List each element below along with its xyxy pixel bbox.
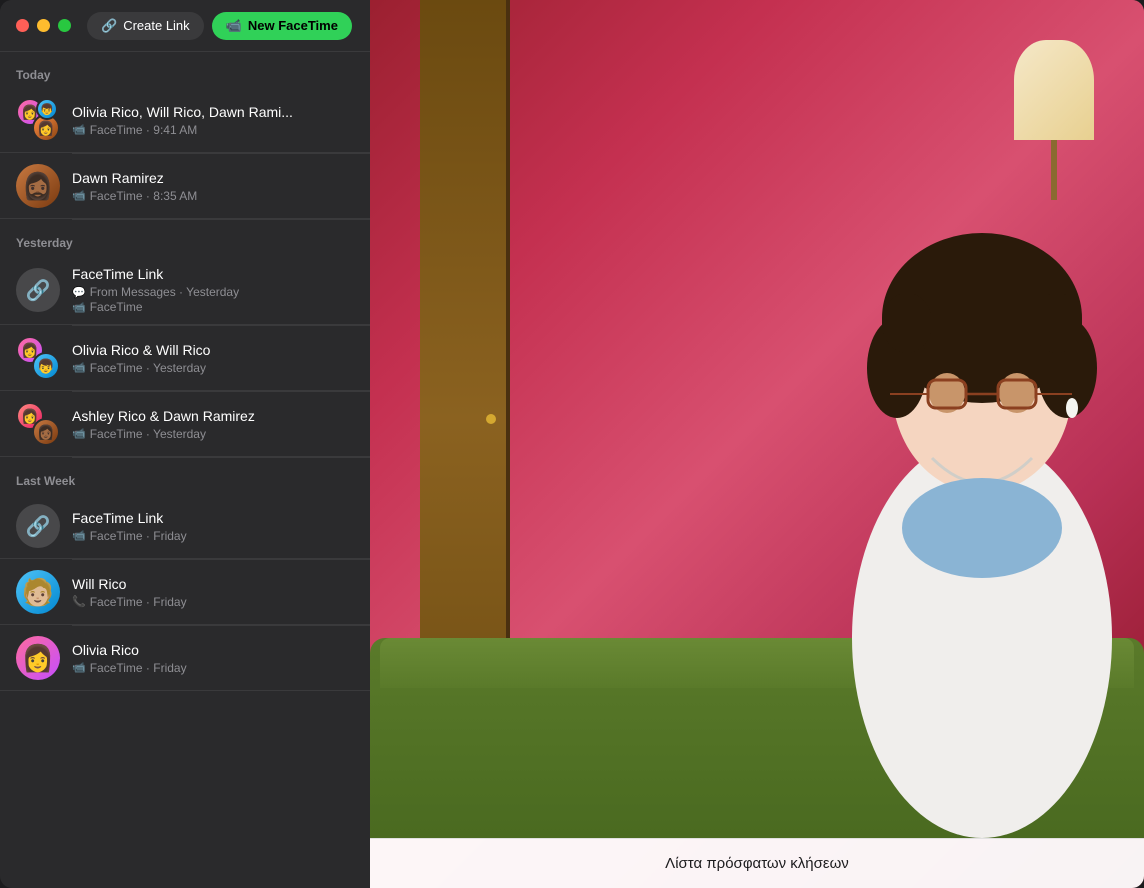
call-detail-olivia-will: 📹 FaceTime · Yesterday bbox=[72, 361, 354, 375]
call-info-dawn: Dawn Ramirez 📹 FaceTime · 8:35 AM bbox=[72, 170, 354, 203]
video-icon: 📹 bbox=[72, 361, 86, 374]
video-icon: 📹 bbox=[72, 529, 86, 542]
avatar-ashley-dawn: 👩 👩🏾 bbox=[16, 402, 60, 446]
main-content: Λίστα πρόσφατων κλήσεων bbox=[370, 0, 1144, 888]
call-name-olivia-friday: Olivia Rico bbox=[72, 642, 354, 658]
call-time-ashley-dawn: FaceTime · Yesterday bbox=[90, 427, 206, 441]
video-camera-icon: 📹 bbox=[226, 18, 242, 34]
call-detail-link-friday: 📹 FaceTime · Friday bbox=[72, 529, 354, 543]
call-detail-will-friday: 📞 FaceTime · Friday bbox=[72, 595, 354, 609]
call-time-link-friday: FaceTime · Friday bbox=[90, 529, 187, 543]
avatar-will: 👦 bbox=[36, 98, 58, 120]
caption-area: Λίστα πρόσφατων κλήσεων bbox=[370, 838, 1144, 888]
call-info-will-friday: Will Rico 📞 FaceTime · Friday bbox=[72, 576, 354, 609]
call-detail-dawn: 📹 FaceTime · 8:35 AM bbox=[72, 189, 354, 203]
video-icon: 📹 bbox=[72, 301, 86, 314]
caption-text: Λίστα πρόσφατων κλήσεων bbox=[665, 855, 849, 872]
create-link-button[interactable]: 🔗 Create Link bbox=[87, 12, 204, 40]
video-icon: 📹 bbox=[72, 427, 86, 440]
video-icon: 📹 bbox=[72, 661, 86, 674]
call-info-link: FaceTime Link 💬 From Messages · Yesterda… bbox=[72, 266, 354, 314]
minimize-button[interactable] bbox=[37, 19, 50, 32]
call-item-link-friday[interactable]: 🔗 FaceTime Link 📹 FaceTime · Friday bbox=[0, 494, 370, 559]
call-name-link: FaceTime Link bbox=[72, 266, 354, 282]
link-chain-icon2: 🔗 bbox=[26, 514, 51, 539]
avatar-will2: 👦 bbox=[32, 352, 60, 380]
title-bar: 🔗 Create Link 📹 New FaceTime bbox=[0, 0, 370, 52]
sidebar: 🔗 Create Link 📹 New FaceTime Today 👩 bbox=[0, 0, 370, 888]
avatar-will-friday: 🧑🏼 bbox=[16, 570, 60, 614]
link-chain-icon: 🔗 bbox=[26, 278, 51, 303]
section-header-lastweek: Last Week bbox=[0, 458, 370, 494]
call-name-dawn: Dawn Ramirez bbox=[72, 170, 354, 186]
maximize-button[interactable] bbox=[58, 19, 71, 32]
call-detail: 📹 FaceTime · 9:41 AM bbox=[72, 123, 354, 137]
link-icon: 🔗 bbox=[101, 18, 117, 34]
section-lastweek: Last Week 🔗 FaceTime Link 📹 FaceTime · F… bbox=[0, 458, 370, 691]
section-header-today: Today bbox=[0, 52, 370, 88]
call-info-link-friday: FaceTime Link 📹 FaceTime · Friday bbox=[72, 510, 354, 543]
section-yesterday: Yesterday 🔗 FaceTime Link 💬 From Message… bbox=[0, 220, 370, 458]
call-time-dawn: FaceTime · 8:35 AM bbox=[90, 189, 198, 203]
call-detail-link-facetime: 📹 FaceTime bbox=[72, 300, 354, 314]
new-facetime-label: New FaceTime bbox=[248, 18, 338, 33]
section-header-yesterday: Yesterday bbox=[0, 220, 370, 256]
call-item-group[interactable]: 👩 👩 👦 Olivia Rico, Will Rico, Dawn Rami.… bbox=[0, 88, 370, 153]
call-detail-ashley-dawn: 📹 FaceTime · Yesterday bbox=[72, 427, 354, 441]
create-link-label: Create Link bbox=[123, 18, 189, 33]
avatar-group: 👩 👩 👦 bbox=[16, 98, 60, 142]
avatar-dawn2: 👩🏾 bbox=[32, 418, 60, 446]
call-detail-link-from: 💬 From Messages · Yesterday bbox=[72, 285, 354, 299]
call-from: From Messages · Yesterday bbox=[90, 285, 239, 299]
new-facetime-button[interactable]: 📹 New FaceTime bbox=[212, 12, 352, 40]
call-name: Olivia Rico, Will Rico, Dawn Rami... bbox=[72, 104, 354, 120]
call-name-olivia-will: Olivia Rico & Will Rico bbox=[72, 342, 354, 358]
lamp-shade bbox=[1014, 40, 1094, 140]
close-button[interactable] bbox=[16, 19, 29, 32]
phone-icon: 📞 bbox=[72, 595, 86, 608]
call-name-will-friday: Will Rico bbox=[72, 576, 354, 592]
section-today: Today 👩 👩 👦 Olivia Rico, Will Rico, Dawn… bbox=[0, 52, 370, 220]
video-icon: 📹 bbox=[72, 123, 86, 136]
facetime-video: Λίστα πρόσφατων κλήσεων bbox=[370, 0, 1144, 888]
call-detail-olivia-friday: 📹 FaceTime · Friday bbox=[72, 661, 354, 675]
call-info-ashley-dawn: Ashley Rico & Dawn Ramirez 📹 FaceTime · … bbox=[72, 408, 354, 441]
person-figure bbox=[732, 158, 1144, 838]
call-item-olivia-will[interactable]: 👩 👦 Olivia Rico & Will Rico 📹 FaceTime ·… bbox=[0, 326, 370, 391]
main-layout: 🔗 Create Link 📹 New FaceTime Today 👩 bbox=[0, 0, 1144, 888]
call-item-link-yesterday[interactable]: 🔗 FaceTime Link 💬 From Messages · Yester… bbox=[0, 256, 370, 325]
call-time-will-friday: FaceTime · Friday bbox=[90, 595, 187, 609]
link-avatar-friday: 🔗 bbox=[16, 504, 60, 548]
avatar-olivia-will: 👩 👦 bbox=[16, 336, 60, 380]
call-item-olivia-friday[interactable]: 👩 Olivia Rico 📹 FaceTime · Friday bbox=[0, 626, 370, 691]
link-avatar: 🔗 bbox=[16, 268, 60, 312]
call-item-ashley-dawn[interactable]: 👩 👩🏾 Ashley Rico & Dawn Ramirez 📹 FaceTi… bbox=[0, 392, 370, 457]
call-info-olivia-will: Olivia Rico & Will Rico 📹 FaceTime · Yes… bbox=[72, 342, 354, 375]
avatar-dawn-ramirez: 🧔🏾‍♀️ bbox=[16, 164, 60, 208]
call-time: FaceTime · 9:41 AM bbox=[90, 123, 198, 137]
messages-icon: 💬 bbox=[72, 286, 86, 299]
video-icon: 📹 bbox=[72, 189, 86, 202]
app-window: 🔗 Create Link 📹 New FaceTime Today 👩 bbox=[0, 0, 1144, 888]
call-name-ashley-dawn: Ashley Rico & Dawn Ramirez bbox=[72, 408, 354, 424]
call-facetime: FaceTime bbox=[90, 300, 143, 314]
door-knob bbox=[486, 414, 496, 424]
call-time-olivia-will: FaceTime · Yesterday bbox=[90, 361, 206, 375]
toolbar-buttons: 🔗 Create Link 📹 New FaceTime bbox=[87, 12, 352, 40]
call-info-olivia-friday: Olivia Rico 📹 FaceTime · Friday bbox=[72, 642, 354, 675]
call-item-dawn[interactable]: 🧔🏾‍♀️ Dawn Ramirez 📹 FaceTime · 8:35 AM bbox=[0, 154, 370, 219]
call-info-group: Olivia Rico, Will Rico, Dawn Rami... 📹 F… bbox=[72, 104, 354, 137]
call-name-link-friday: FaceTime Link bbox=[72, 510, 354, 526]
avatar-olivia-friday: 👩 bbox=[16, 636, 60, 680]
traffic-lights bbox=[16, 19, 71, 32]
call-item-will-friday[interactable]: 🧑🏼 Will Rico 📞 FaceTime · Friday bbox=[0, 560, 370, 625]
call-time-olivia-friday: FaceTime · Friday bbox=[90, 661, 187, 675]
